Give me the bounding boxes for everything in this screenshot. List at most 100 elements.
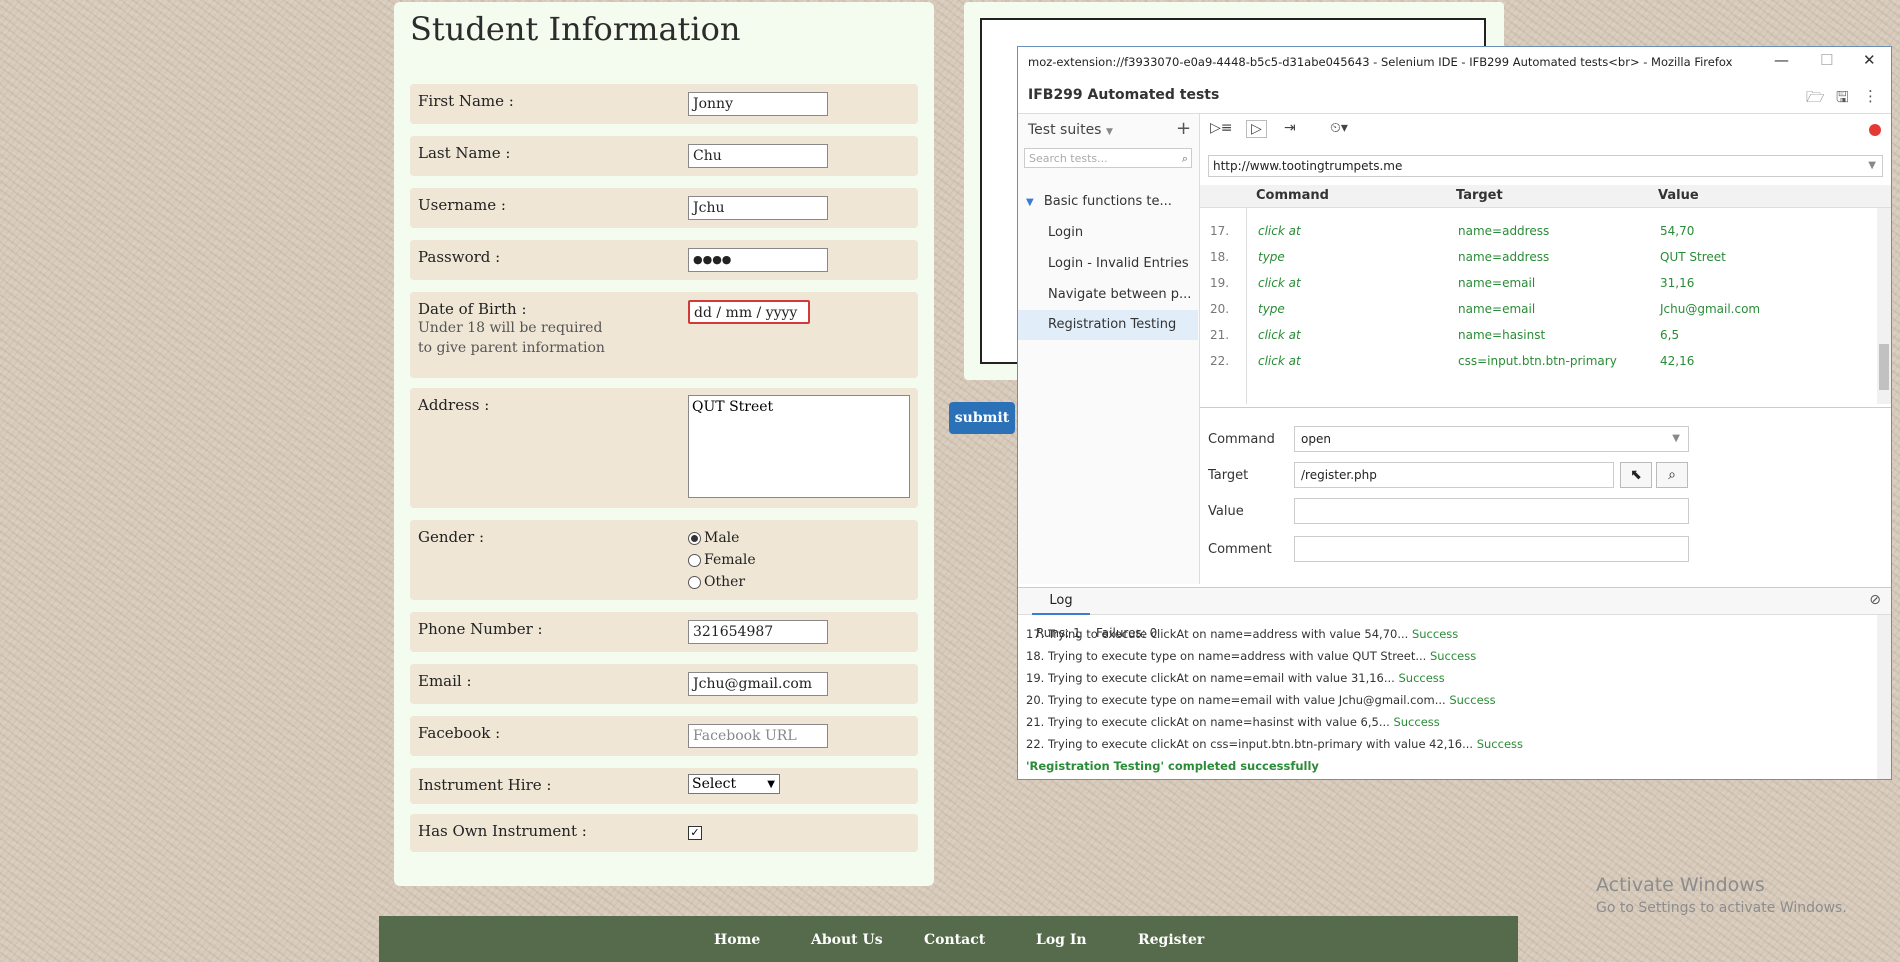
- maximize-icon[interactable]: ☐: [1820, 51, 1833, 69]
- row-value: 54,70: [1660, 224, 1695, 238]
- project-header: IFB299 Automated tests 🗁 🖫 ⋮: [1018, 77, 1891, 114]
- password-input[interactable]: ●●●●: [688, 248, 828, 272]
- find-target-icon[interactable]: ⌕: [1656, 462, 1688, 488]
- own-instrument-checkbox[interactable]: ✓: [688, 826, 702, 840]
- run-current-test-icon[interactable]: ▷: [1246, 120, 1267, 138]
- add-suite-icon[interactable]: +: [1176, 118, 1191, 139]
- step-over-icon[interactable]: ⇥: [1284, 120, 1296, 136]
- row-command: click at: [1258, 224, 1301, 238]
- target-input[interactable]: /register.php: [1294, 462, 1614, 488]
- open-project-icon[interactable]: 🗁: [1806, 87, 1825, 112]
- row-target: name=email: [1458, 276, 1536, 290]
- command-editor: Command open ▼ Target /register.php ⬉ ⌕ …: [1200, 407, 1891, 584]
- more-options-icon[interactable]: ⋮: [1863, 87, 1878, 105]
- activate-subtitle: Go to Settings to activate Windows.: [1596, 900, 1847, 916]
- commands-scrollbar[interactable]: [1877, 208, 1891, 404]
- comment-input[interactable]: [1294, 536, 1689, 562]
- radio-icon[interactable]: [688, 553, 701, 567]
- footer-link-contact[interactable]: Contact: [924, 932, 985, 948]
- row-number: 21.: [1210, 328, 1230, 342]
- gender-male-option[interactable]: Male: [688, 530, 739, 546]
- table-row[interactable]: 17. click at name=address 54,70: [1200, 218, 1877, 244]
- row-target: name=address: [1458, 250, 1550, 264]
- log-line: 17. Trying to execute clickAt on name=ad…: [1026, 627, 1458, 641]
- run-all-tests-icon[interactable]: ▷≡: [1210, 120, 1233, 136]
- table-row[interactable]: 18. type name=address QUT Street: [1200, 244, 1877, 270]
- scrollbar-thumb[interactable]: [1879, 344, 1889, 390]
- column-target: Target: [1456, 188, 1503, 203]
- row-command: type: [1258, 250, 1285, 264]
- suite-item[interactable]: ▼ Basic functions te...: [1026, 194, 1172, 209]
- test-item-registration[interactable]: Registration Testing: [1018, 310, 1198, 340]
- submit-button[interactable]: submit: [949, 402, 1015, 434]
- speed-timer-icon[interactable]: ⏲▾: [1330, 120, 1348, 136]
- footer-link-about[interactable]: About Us: [811, 932, 883, 948]
- row-number: 19.: [1210, 276, 1230, 290]
- log-status: Success: [1476, 737, 1524, 751]
- last-name-input[interactable]: Chu: [688, 144, 828, 168]
- gender-other-option[interactable]: Other: [688, 574, 745, 590]
- minimize-icon[interactable]: —: [1774, 51, 1789, 69]
- commands-table: 17. click at name=address 54,70 18. type…: [1200, 208, 1877, 404]
- facebook-input[interactable]: Facebook URL: [688, 724, 828, 748]
- footer-link-home[interactable]: Home: [714, 932, 760, 948]
- test-item-login-invalid[interactable]: Login - Invalid Entries: [1048, 256, 1189, 271]
- gender-female-option[interactable]: Female: [688, 552, 756, 568]
- table-row[interactable]: 19. click at name=email 31,16: [1200, 270, 1877, 296]
- command-value: open: [1301, 432, 1331, 446]
- value-input[interactable]: [1294, 498, 1689, 524]
- row-command: type: [1258, 302, 1285, 316]
- project-name: IFB299 Automated tests: [1028, 87, 1220, 103]
- base-url-value: http://www.tootingtrumpets.me: [1213, 159, 1403, 173]
- test-item-navigate[interactable]: Navigate between p...: [1048, 287, 1191, 302]
- row-command: click at: [1258, 328, 1301, 342]
- save-icon[interactable]: 🖫: [1836, 87, 1849, 112]
- dob-input[interactable]: dd / mm / yyyy: [688, 300, 810, 324]
- table-row[interactable]: 21. click at name=hasinst 6,5: [1200, 322, 1877, 348]
- log-text: 17. Trying to execute clickAt on name=ad…: [1026, 627, 1409, 641]
- comment-label: Comment: [1208, 542, 1272, 557]
- caret-down-icon: ▼: [1026, 197, 1034, 208]
- test-suites-dropdown[interactable]: Test suites ▼: [1028, 122, 1113, 138]
- row-number: 20.: [1210, 302, 1230, 316]
- log-tabbar: Log ⊘: [1018, 587, 1891, 615]
- select-target-icon[interactable]: ⬉: [1620, 462, 1652, 488]
- record-icon[interactable]: [1869, 124, 1881, 136]
- search-icon: ⌕: [1181, 152, 1188, 165]
- instrument-hire-select[interactable]: Select ▼: [688, 774, 780, 794]
- search-tests-input[interactable]: Search tests... ⌕: [1024, 148, 1192, 168]
- row-target: name=hasinst: [1458, 328, 1546, 342]
- dob-note-2: to give parent information: [418, 340, 605, 356]
- chevron-down-icon: ▼: [767, 779, 775, 790]
- phone-row: Phone Number : 321654987: [410, 612, 918, 652]
- command-select[interactable]: open ▼: [1294, 426, 1689, 452]
- radio-selected-icon[interactable]: [688, 531, 701, 545]
- username-input[interactable]: Jchu: [688, 196, 828, 220]
- table-row[interactable]: 20. type name=email Jchu@gmail.com: [1200, 296, 1877, 322]
- row-value: 31,16: [1660, 276, 1695, 290]
- base-url-field[interactable]: http://www.tootingtrumpets.me ▼: [1208, 155, 1883, 177]
- email-input[interactable]: Jchu@gmail.com: [688, 672, 828, 696]
- log-status: Success: [1398, 671, 1445, 685]
- table-row[interactable]: 22. click at css=input.btn.btn-primary 4…: [1200, 348, 1877, 374]
- clear-log-icon[interactable]: ⊘: [1869, 592, 1881, 608]
- address-textarea[interactable]: QUT Street: [688, 395, 910, 498]
- row-command: click at: [1258, 276, 1301, 290]
- log-text: 18. Trying to execute type on name=addre…: [1026, 649, 1427, 663]
- footer-link-register[interactable]: Register: [1138, 932, 1204, 948]
- window-titlebar[interactable]: moz-extension://f3933070-e0a9-4448-b5c5-…: [1018, 47, 1891, 77]
- row-target: css=input.btn.btn-primary: [1458, 354, 1617, 368]
- first-name-input[interactable]: Jonny: [688, 92, 828, 116]
- close-icon[interactable]: ✕: [1863, 51, 1876, 69]
- phone-input[interactable]: 321654987: [688, 620, 828, 644]
- log-status: Success: [1449, 693, 1496, 707]
- log-line: 19. Trying to execute clickAt on name=em…: [1026, 671, 1445, 685]
- log-tab[interactable]: Log: [1032, 588, 1090, 615]
- log-scrollbar[interactable]: [1877, 615, 1891, 779]
- row-number: 22.: [1210, 354, 1230, 368]
- test-item-login[interactable]: Login: [1048, 225, 1083, 240]
- footer-link-login[interactable]: Log In: [1036, 932, 1087, 948]
- radio-icon[interactable]: [688, 575, 701, 589]
- selenium-ide-window: moz-extension://f3933070-e0a9-4448-b5c5-…: [1017, 46, 1892, 780]
- activate-windows-watermark: Activate Windows Go to Settings to activ…: [1596, 874, 1847, 916]
